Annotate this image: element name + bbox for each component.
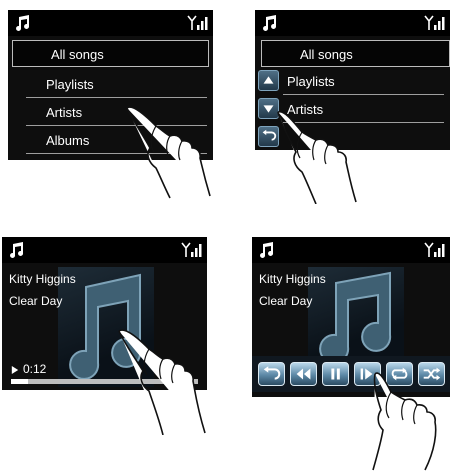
divider [283, 122, 444, 123]
track-artist: Kitty Higgins [9, 272, 76, 286]
menu-item-label: All songs [300, 47, 353, 62]
play-icon [11, 366, 19, 374]
divider [26, 153, 207, 154]
menu-item-label: Albums [46, 133, 90, 148]
menu-item-artists[interactable]: Artists [255, 96, 450, 123]
music-note-icon [260, 242, 274, 258]
back-arrow-icon [262, 129, 277, 141]
repeat-button[interactable] [386, 362, 413, 386]
status-bar [2, 237, 207, 263]
menu-item-all-songs[interactable]: All songs [12, 40, 209, 67]
track-artist: Kitty Higgins [259, 272, 326, 286]
progress-bar-track[interactable] [11, 379, 198, 384]
scroll-up-button[interactable] [258, 70, 279, 91]
arrow-up-icon [263, 76, 274, 84]
menu-item-label: Playlists [46, 77, 94, 92]
menu-item-playlists[interactable]: Playlists [8, 71, 213, 98]
player-screen-menu: All songs Playlists Artists Albums [8, 10, 213, 160]
menu-item-artists[interactable]: Artists [8, 99, 213, 126]
menu-item-albums[interactable]: Albums [8, 127, 213, 154]
progress-bar-fill [11, 379, 28, 384]
menu-item-label: Artists [287, 102, 324, 117]
pause-icon [331, 368, 340, 380]
back-button[interactable] [258, 362, 285, 386]
player-screen-menu-scroll: All songs Playlists Artists [255, 10, 450, 150]
signal-strength-icon [187, 15, 208, 30]
next-icon [360, 368, 373, 380]
music-note-icon [16, 15, 30, 31]
repeat-icon [391, 367, 408, 381]
rewind-button[interactable] [290, 362, 317, 386]
divider [26, 125, 207, 126]
back-button[interactable] [258, 126, 279, 147]
repeat-back-icon [263, 366, 281, 380]
signal-strength-icon [424, 242, 445, 257]
scroll-down-button[interactable] [258, 98, 279, 119]
menu-item-all-songs[interactable]: All songs [261, 40, 450, 67]
status-bar [252, 237, 450, 263]
menu-item-playlists[interactable]: Playlists [255, 68, 450, 95]
control-bar [252, 356, 450, 392]
divider [26, 97, 207, 98]
signal-strength-icon [181, 242, 202, 257]
music-note-icon [10, 242, 24, 258]
menu-item-label: Artists [46, 105, 83, 120]
status-bar [8, 10, 213, 36]
shuffle-button[interactable] [418, 362, 445, 386]
elapsed-time: 0:12 [23, 362, 47, 376]
shuffle-icon [423, 367, 441, 381]
status-bar [255, 10, 450, 36]
player-screen-controls: Kitty Higgins Clear Day [252, 237, 450, 397]
rewind-icon [296, 368, 311, 380]
menu-item-label: Playlists [287, 74, 335, 89]
track-title: Clear Day [259, 294, 313, 308]
arrow-down-icon [263, 105, 274, 113]
menu-item-label: All songs [51, 47, 104, 62]
player-screen-now-playing: Kitty Higgins Clear Day 0:12 [2, 237, 207, 390]
next-button[interactable] [354, 362, 381, 386]
pause-button[interactable] [322, 362, 349, 386]
music-note-icon [263, 15, 277, 31]
divider [283, 94, 444, 95]
track-title: Clear Day [9, 294, 63, 308]
signal-strength-icon [424, 15, 445, 30]
